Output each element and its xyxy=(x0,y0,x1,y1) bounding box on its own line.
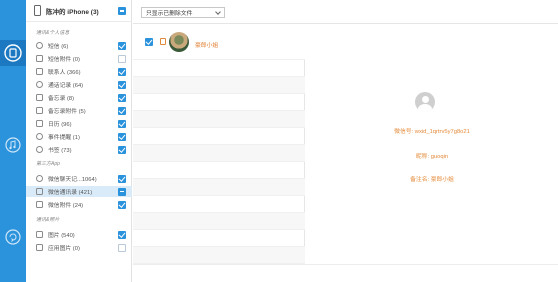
list-item[interactable] xyxy=(133,247,305,264)
sidebar-item-label: 通话记录 (64) xyxy=(48,83,84,89)
contacts-checkbox[interactable] xyxy=(118,67,126,76)
sidebar-item-label: 书签 (73) xyxy=(48,148,72,154)
clock-icon xyxy=(36,81,43,88)
note-icon xyxy=(36,94,43,101)
main-panel: 只显示已删除文件 豪郎小姐 微信号: wxid_1qrtrv5y7g8o21 昵… xyxy=(133,0,558,282)
chevron-down-icon xyxy=(215,9,221,15)
list-item[interactable] xyxy=(133,128,305,145)
note-attachment-icon xyxy=(36,107,43,114)
sms-attachments-checkbox[interactable] xyxy=(118,54,126,63)
sidebar-item-label: 短信附件 (0) xyxy=(48,57,80,63)
contact-list: 豪郎小姐 xyxy=(133,24,305,264)
list-item[interactable] xyxy=(133,60,305,77)
photo-icon xyxy=(36,231,43,238)
sidebar-item-sms[interactable]: 短信 (6) xyxy=(26,40,132,51)
section-media: 通讯&照片 xyxy=(36,217,60,223)
toolbar: 只显示已删除文件 xyxy=(133,0,558,24)
note-attachments-checkbox[interactable] xyxy=(118,106,126,115)
phone-icon xyxy=(34,5,41,16)
wechat-id-field: 微信号: wxid_1qrtrv5y7g8o21 xyxy=(394,129,470,135)
sidebar: 陈冲的 iPhone (3) 通讯&个人信息 短信 (6) 短信附件 (0) 联… xyxy=(26,0,132,282)
list-item[interactable] xyxy=(133,162,305,179)
sidebar-item-label: 短信 (6) xyxy=(48,44,69,50)
backup-icon[interactable] xyxy=(4,228,22,246)
wechat-attachments-checkbox[interactable] xyxy=(118,200,126,209)
sidebar-item-calendar[interactable]: 日历 (96) xyxy=(26,118,132,129)
list-item[interactable]: 豪郎小姐 xyxy=(133,24,305,60)
sidebar-item-label: 备忘录附件 (5) xyxy=(48,109,86,115)
call-history-checkbox[interactable] xyxy=(118,80,126,89)
sidebar-item-label: 联系人 (366) xyxy=(48,70,81,76)
wechat-chats-checkbox[interactable] xyxy=(118,174,126,183)
sidebar-item-app-photos[interactable]: 应用图片 (0) xyxy=(26,242,132,253)
app-photo-icon xyxy=(36,244,43,251)
avatar-placeholder-icon xyxy=(415,92,435,112)
sidebar-item-label: 微信附件 (24) xyxy=(48,203,84,209)
bottom-bar xyxy=(133,264,558,282)
nickname-field: 昵称: guoqin xyxy=(415,154,449,160)
sidebar-item-label: 日历 (96) xyxy=(48,122,72,128)
transfer-icon[interactable] xyxy=(0,40,26,66)
remark-field: 备注名: 豪郎小姐 xyxy=(410,177,454,183)
sms-checkbox[interactable] xyxy=(118,41,126,50)
calendar-icon xyxy=(36,120,43,127)
sidebar-item-wechat-attachments[interactable]: 微信附件 (24) xyxy=(26,199,132,210)
sidebar-item-wechat-contacts[interactable]: 微信通讯录 (421) xyxy=(26,186,132,197)
device-checkbox[interactable] xyxy=(118,7,126,15)
sidebar-item-call-history[interactable]: 通话记录 (64) xyxy=(26,79,132,90)
reminder-icon xyxy=(36,133,43,140)
wechat-contacts-checkbox[interactable] xyxy=(118,187,126,196)
list-item[interactable] xyxy=(133,213,305,230)
attachment-icon xyxy=(36,201,43,208)
device-header[interactable]: 陈冲的 iPhone (3) xyxy=(26,0,132,22)
chat-icon xyxy=(36,175,43,182)
message-icon xyxy=(36,42,43,49)
photos-checkbox[interactable] xyxy=(118,230,126,239)
sidebar-item-wechat-chats[interactable]: 微信聊天记...1064) xyxy=(26,173,132,184)
music-icon[interactable] xyxy=(4,136,22,154)
list-item[interactable] xyxy=(133,145,305,162)
sidebar-item-label: 应用图片 (0) xyxy=(48,246,80,252)
section-personal: 通讯&个人信息 xyxy=(36,30,70,36)
bookmark-icon xyxy=(36,146,43,153)
sidebar-item-notes[interactable]: 备忘录 (8) xyxy=(26,92,132,103)
avatar xyxy=(169,32,189,52)
list-item[interactable] xyxy=(133,94,305,111)
list-item[interactable] xyxy=(133,111,305,128)
list-item[interactable] xyxy=(133,77,305,94)
sidebar-item-label: 微信通讯录 (421) xyxy=(48,190,93,196)
bookmarks-checkbox[interactable] xyxy=(118,145,126,154)
deleted-tag-icon xyxy=(160,38,166,45)
app-photos-checkbox[interactable] xyxy=(118,243,126,252)
contacts-icon xyxy=(36,188,43,195)
sidebar-item-sms-attachments[interactable]: 短信附件 (0) xyxy=(26,53,132,64)
sidebar-item-label: 备忘录 (8) xyxy=(48,96,75,102)
calendar-checkbox[interactable] xyxy=(118,119,126,128)
sidebar-item-contacts[interactable]: 联系人 (366) xyxy=(26,66,132,77)
filter-dropdown[interactable]: 只显示已删除文件 xyxy=(141,7,225,18)
sidebar-item-label: 微信聊天记...1064) xyxy=(48,177,97,183)
section-third-party: 第三方App xyxy=(36,161,60,167)
notes-checkbox[interactable] xyxy=(118,93,126,102)
sidebar-item-label: 图片 (540) xyxy=(48,233,75,239)
contacts-icon xyxy=(36,68,43,75)
list-item[interactable] xyxy=(133,179,305,196)
sidebar-item-photos[interactable]: 图片 (540) xyxy=(26,229,132,240)
sidebar-item-bookmarks[interactable]: 书签 (73) xyxy=(26,144,132,155)
sidebar-item-reminders[interactable]: 事件提醒 (1) xyxy=(26,131,132,142)
sidebar-item-label: 事件提醒 (1) xyxy=(48,135,80,141)
sidebar-item-note-attachments[interactable]: 备忘录附件 (5) xyxy=(26,105,132,116)
row-checkbox[interactable] xyxy=(145,38,153,46)
filter-dropdown-value: 只显示已删除文件 xyxy=(146,11,193,17)
list-item[interactable] xyxy=(133,196,305,213)
contact-name: 豪郎小姐 xyxy=(195,43,219,49)
contact-detail: 微信号: wxid_1qrtrv5y7g8o21 昵称: guoqin 备注名:… xyxy=(306,24,558,264)
reminders-checkbox[interactable] xyxy=(118,132,126,141)
device-name: 陈冲的 iPhone (3) xyxy=(46,8,99,16)
attachment-icon xyxy=(36,55,43,62)
list-item[interactable] xyxy=(133,230,305,247)
left-rail xyxy=(0,0,26,282)
